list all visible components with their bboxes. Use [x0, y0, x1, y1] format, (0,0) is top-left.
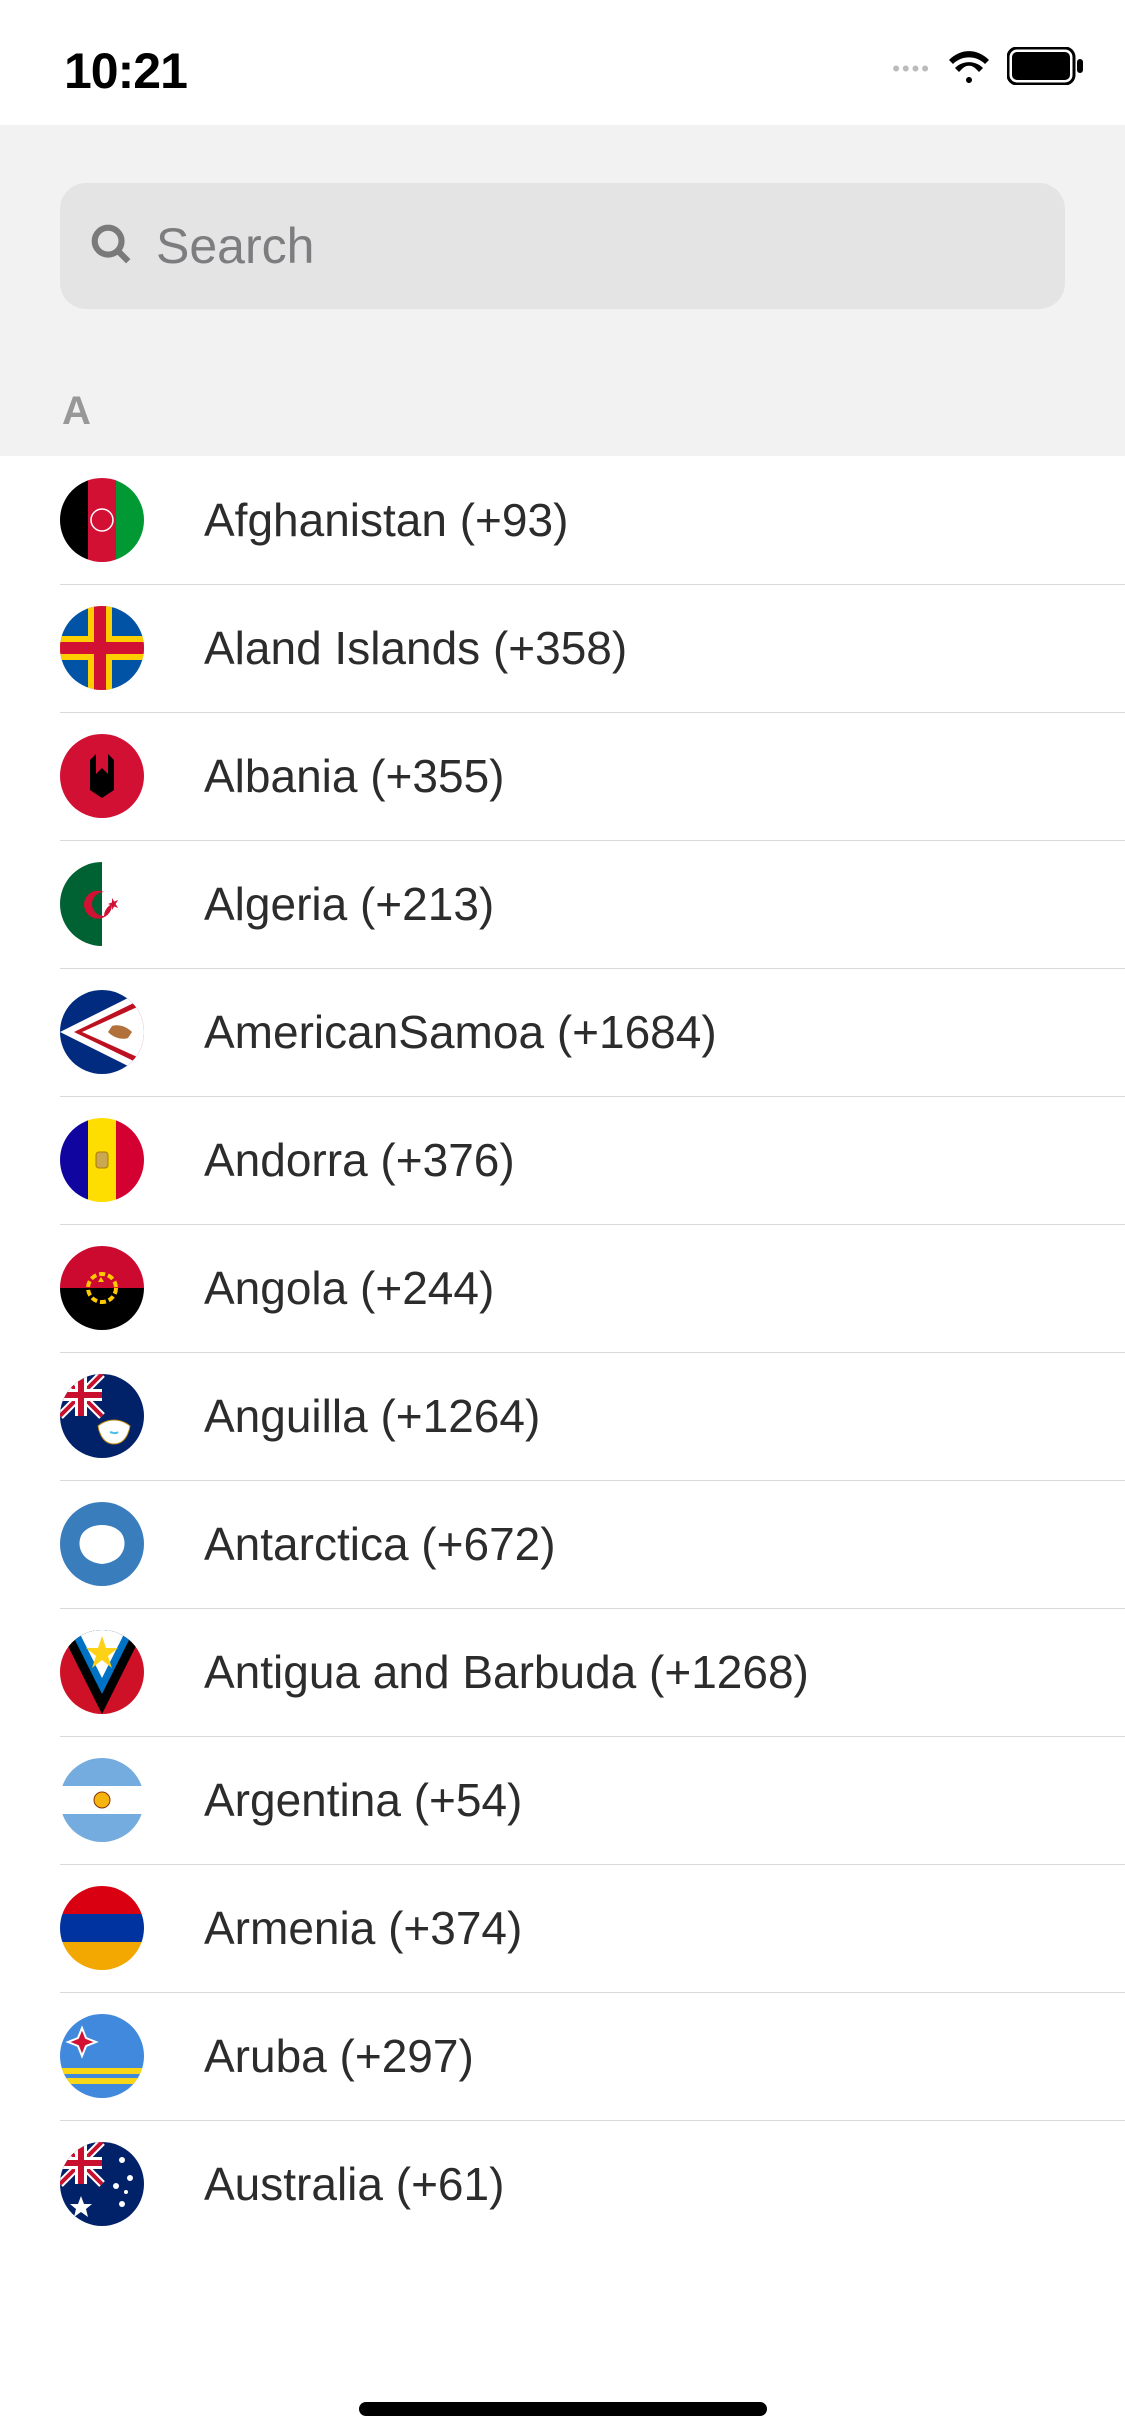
country-label: Albania (+355): [204, 749, 504, 803]
flag-albania-icon: [60, 734, 144, 818]
home-indicator[interactable]: [359, 2402, 767, 2416]
country-row-antarctica[interactable]: Antarctica (+672): [0, 1480, 1125, 1608]
country-label: Andorra (+376): [204, 1133, 515, 1187]
search-icon: [88, 221, 134, 272]
country-row-angola[interactable]: Angola (+244): [0, 1224, 1125, 1352]
country-row-american-samoa[interactable]: AmericanSamoa (+1684): [0, 968, 1125, 1096]
flag-american-samoa-icon: [60, 990, 144, 1074]
search-placeholder: Search: [156, 217, 314, 275]
search-section: Search: [0, 125, 1125, 309]
flag-algeria-icon: [60, 862, 144, 946]
country-row-armenia[interactable]: Armenia (+374): [0, 1864, 1125, 1992]
country-label: Anguilla (+1264): [204, 1389, 540, 1443]
country-label: Antarctica (+672): [204, 1517, 556, 1571]
flag-armenia-icon: [60, 1886, 144, 1970]
country-row-algeria[interactable]: Algeria (+213): [0, 840, 1125, 968]
country-row-antigua-and-barbuda[interactable]: Antigua and Barbuda (+1268): [0, 1608, 1125, 1736]
country-row-anguilla[interactable]: Anguilla (+1264): [0, 1352, 1125, 1480]
country-label: Armenia (+374): [204, 1901, 522, 1955]
country-row-afghanistan[interactable]: Afghanistan (+93): [0, 456, 1125, 584]
country-list[interactable]: Afghanistan (+93) Aland Islands (+358) A…: [0, 456, 1125, 2248]
wifi-icon: [945, 42, 993, 95]
country-label: Afghanistan (+93): [204, 493, 568, 547]
country-row-albania[interactable]: Albania (+355): [0, 712, 1125, 840]
status-indicators: ••••: [892, 42, 1085, 95]
country-label: Aland Islands (+358): [204, 621, 627, 675]
country-row-argentina[interactable]: Argentina (+54): [0, 1736, 1125, 1864]
battery-icon: [1007, 47, 1085, 90]
search-input[interactable]: Search: [60, 183, 1065, 309]
flag-angola-icon: [60, 1246, 144, 1330]
status-time: 10:21: [64, 42, 187, 100]
flag-antarctica-icon: [60, 1502, 144, 1586]
country-label: Aruba (+297): [204, 2029, 474, 2083]
flag-argentina-icon: [60, 1758, 144, 1842]
flag-australia-icon: [60, 2142, 144, 2226]
country-label: Angola (+244): [204, 1261, 494, 1315]
country-label: Argentina (+54): [204, 1773, 522, 1827]
country-row-aruba[interactable]: Aruba (+297): [0, 1992, 1125, 2120]
flag-aruba-icon: [60, 2014, 144, 2098]
flag-aland-islands-icon: [60, 606, 144, 690]
country-row-andorra[interactable]: Andorra (+376): [0, 1096, 1125, 1224]
section-title: A: [62, 389, 91, 433]
status-bar: 10:21 ••••: [0, 0, 1125, 125]
cellular-signal-icon: ••••: [892, 56, 931, 82]
flag-andorra-icon: [60, 1118, 144, 1202]
flag-afghanistan-icon: [60, 478, 144, 562]
country-label: AmericanSamoa (+1684): [204, 1005, 717, 1059]
flag-anguilla-icon: [60, 1374, 144, 1458]
country-label: Australia (+61): [204, 2157, 504, 2211]
flag-antigua-and-barbuda-icon: [60, 1630, 144, 1714]
section-header: A: [0, 309, 1125, 456]
country-label: Algeria (+213): [204, 877, 494, 931]
country-label: Antigua and Barbuda (+1268): [204, 1645, 809, 1699]
country-row-australia[interactable]: Australia (+61): [0, 2120, 1125, 2248]
country-row-aland-islands[interactable]: Aland Islands (+358): [0, 584, 1125, 712]
